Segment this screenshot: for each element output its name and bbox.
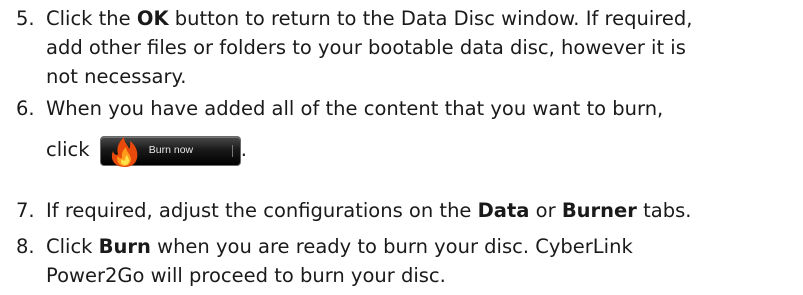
step-6: 6. When you have added all of the conten…: [0, 94, 803, 186]
step-text-part: click: [46, 138, 90, 161]
burn-now-label: Burn now: [148, 143, 194, 156]
step-text-line2: click Burn now .: [46, 128, 796, 172]
burner-tab-term: Burner: [561, 199, 637, 222]
step-text: If required, adjust the configurations o…: [46, 196, 796, 225]
ok-term: OK: [136, 7, 169, 30]
step-text-part: add other files or folders to your boota…: [46, 36, 686, 59]
button-divider: [231, 144, 233, 157]
step-text-part: button to return to the Data Disc window…: [168, 7, 693, 30]
step-7: 7. If required, adjust the configuration…: [0, 196, 803, 226]
step-number: 5.: [16, 7, 35, 30]
step-8: 8. Click Burn when you are ready to burn…: [0, 232, 803, 292]
step-text-part: .: [240, 138, 247, 161]
instruction-page: 5. Click the OK button to return to the …: [0, 0, 803, 295]
step-text: Click Burn when you are ready to burn yo…: [46, 232, 796, 290]
step-text-part: When you have added all of the content t…: [46, 97, 664, 120]
step-number: 8.: [16, 235, 35, 258]
burn-now-button[interactable]: Burn now: [99, 135, 241, 167]
step-text-part: Power2Go will proceed to burn your disc.: [46, 264, 446, 287]
step-text-part: when you are ready to burn your disc. Cy…: [150, 235, 633, 258]
step-text-part: Click the: [46, 7, 137, 30]
step-text-part: or: [529, 199, 562, 222]
step-text-part: not necessary.: [46, 65, 187, 88]
step-text: Click the OK button to return to the Dat…: [46, 4, 796, 91]
data-tab-term: Data: [477, 199, 530, 222]
step-number: 7.: [16, 199, 35, 222]
step-text-part: Click: [46, 235, 99, 258]
step-text-part: tabs.: [636, 199, 692, 222]
step-text: When you have added all of the content t…: [46, 94, 796, 123]
step-number: 6.: [16, 97, 35, 120]
step-5: 5. Click the OK button to return to the …: [0, 0, 803, 88]
flame-icon: [111, 136, 138, 167]
burn-term: Burn: [98, 235, 151, 258]
step-text-part: If required, adjust the configurations o…: [46, 199, 478, 222]
